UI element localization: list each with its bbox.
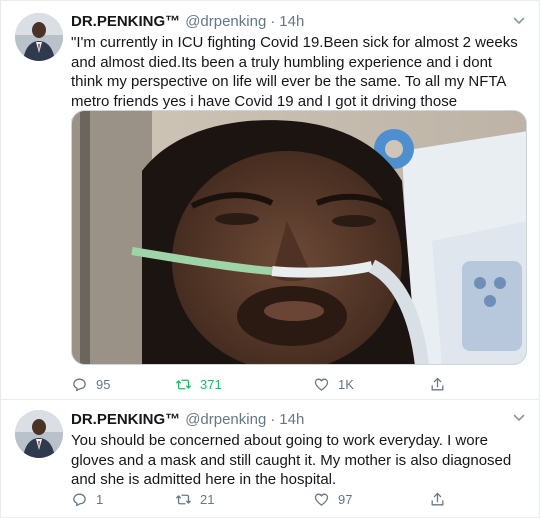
timestamp[interactable]: 14h — [279, 411, 304, 428]
share-button[interactable] — [429, 489, 446, 509]
retweet-count: 371 — [200, 376, 222, 392]
reply-count: 1 — [96, 491, 104, 507]
like-count: 97 — [338, 491, 353, 507]
share-icon — [431, 377, 444, 390]
reply-count: 95 — [96, 376, 111, 392]
like-count: 1K — [338, 376, 354, 392]
timestamp[interactable]: 14h — [279, 13, 304, 30]
retweet-button[interactable]: 371 — [175, 374, 222, 394]
display-name[interactable]: DR.PENKING™ — [71, 411, 180, 428]
retweet-count: 21 — [200, 491, 215, 507]
heart-icon — [314, 378, 329, 391]
timeline: DR.PENKING™ @drpenking · 14h "I'm curren… — [0, 0, 540, 518]
tweet[interactable]: DR.PENKING™ @drpenking · 14h "I'm curren… — [1, 1, 540, 399]
share-button[interactable] — [429, 374, 446, 394]
heart-icon — [314, 493, 329, 506]
tweet-actions: 1 21 97 — [71, 489, 451, 509]
tweet-photo[interactable] — [71, 110, 527, 365]
separator-dot: · — [270, 12, 276, 30]
reply-icon — [73, 493, 86, 506]
retweet-button[interactable]: 21 — [175, 489, 214, 509]
tweet-actions: 95 371 1K — [71, 374, 451, 394]
separator-dot: · — [270, 410, 276, 428]
chevron-down-icon[interactable] — [511, 410, 527, 426]
tweet-header: DR.PENKING™ @drpenking · 14h — [71, 11, 304, 31]
retweet-icon — [176, 494, 191, 504]
user-handle[interactable]: @drpenking — [185, 411, 266, 428]
reply-button[interactable]: 1 — [71, 489, 103, 509]
share-icon — [431, 492, 444, 505]
retweet-icon — [176, 379, 191, 389]
user-handle[interactable]: @drpenking — [185, 13, 266, 30]
tweet[interactable]: DR.PENKING™ @drpenking · 14h You should … — [1, 399, 540, 518]
like-button[interactable]: 1K — [313, 374, 354, 394]
like-button[interactable]: 97 — [313, 489, 352, 509]
avatar[interactable] — [15, 13, 63, 61]
chevron-down-icon[interactable] — [511, 13, 527, 29]
avatar[interactable] — [15, 410, 63, 458]
tweet-text: You should be concerned about going to w… — [71, 432, 512, 488]
tweet-header: DR.PENKING™ @drpenking · 14h — [71, 409, 304, 429]
reply-icon — [73, 378, 86, 391]
reply-button[interactable]: 95 — [71, 374, 110, 394]
display-name[interactable]: DR.PENKING™ — [71, 13, 180, 30]
